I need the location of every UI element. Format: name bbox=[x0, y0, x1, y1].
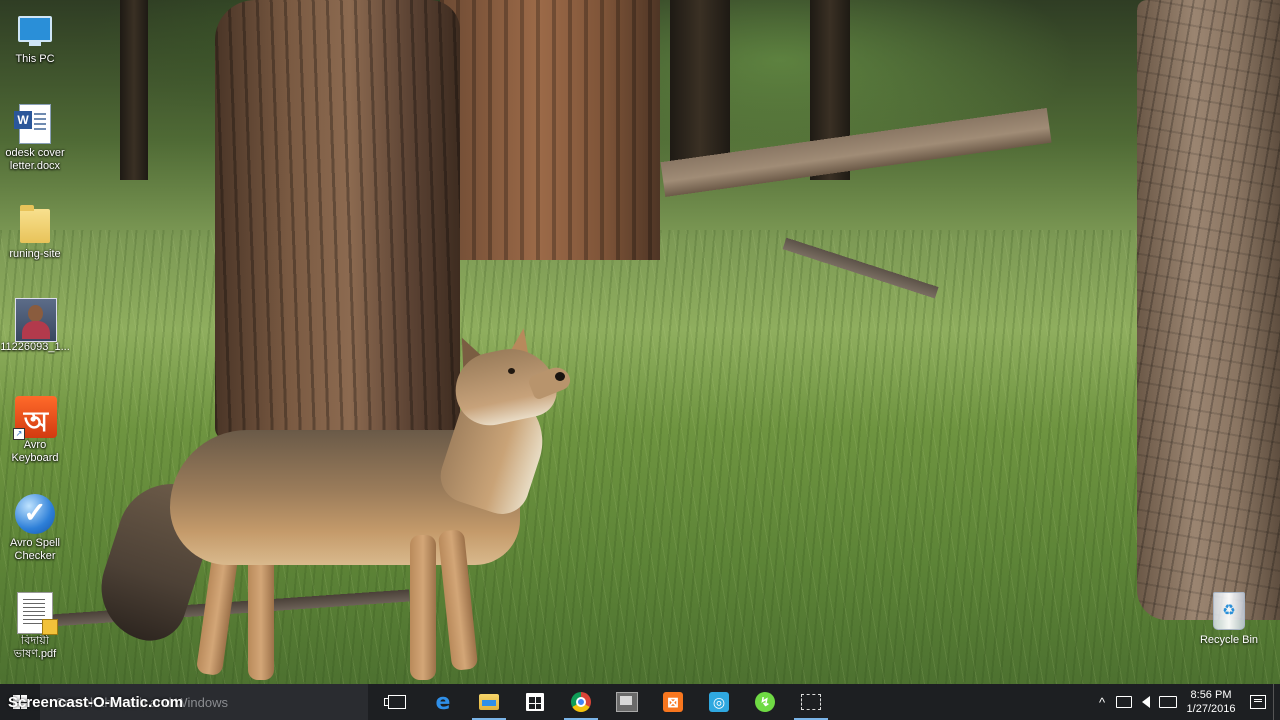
word-document-icon: W bbox=[14, 104, 55, 144]
taskbar-chrome-button[interactable] bbox=[558, 684, 604, 720]
spell-checker-icon: ✓ bbox=[15, 494, 55, 534]
network-icon bbox=[1116, 696, 1132, 708]
pdf-icon bbox=[15, 592, 58, 635]
folder-icon bbox=[479, 694, 499, 710]
store-icon bbox=[526, 693, 544, 711]
desktop-icon-folder[interactable]: runing-site bbox=[0, 205, 70, 261]
input-language-button[interactable] bbox=[1157, 684, 1179, 720]
desktop-icon-label: বিদায়ী ভাষণ.pdf bbox=[13, 635, 57, 660]
taskbar-pinned-apps: e ⊠ ◎ ↯ bbox=[374, 684, 834, 720]
background-tree bbox=[120, 0, 148, 180]
clock-date: 1/27/2016 bbox=[1186, 703, 1236, 715]
start-button[interactable] bbox=[0, 684, 40, 720]
search-placeholder: Search the web and Windows bbox=[56, 694, 228, 710]
show-hidden-icons-button[interactable]: ^ bbox=[1091, 684, 1113, 720]
desktop-icon-pdf[interactable]: বিদায়ী ভাষণ.pdf bbox=[0, 592, 70, 661]
desktop-icon-label: 11226093_1... bbox=[0, 341, 70, 353]
camera-icon: ◎ bbox=[709, 692, 729, 712]
speaker-icon bbox=[1142, 696, 1150, 708]
desktop-icon-label: Recycle Bin bbox=[1199, 634, 1259, 646]
taskbar-video-button[interactable] bbox=[604, 684, 650, 720]
notification-icon bbox=[1250, 695, 1266, 709]
tree-trunk-right bbox=[1137, 0, 1280, 620]
taskbar-upwork-button[interactable]: ↯ bbox=[742, 684, 788, 720]
chevron-up-icon: ^ bbox=[1098, 694, 1106, 710]
film-icon bbox=[616, 692, 638, 712]
taskbar-file-explorer-button[interactable] bbox=[466, 684, 512, 720]
windows-logo-icon bbox=[13, 695, 27, 709]
taskbar-recorder-button[interactable] bbox=[788, 684, 834, 720]
recycle-bin-icon: ♻ bbox=[1213, 592, 1245, 630]
recorder-icon bbox=[801, 694, 821, 710]
search-box[interactable]: Search the web and Windows bbox=[40, 684, 368, 720]
desktop-icon-photo[interactable]: 11226093_1... bbox=[0, 298, 70, 354]
folder-icon bbox=[15, 205, 55, 245]
taskbar-xampp-button[interactable]: ⊠ bbox=[650, 684, 696, 720]
volume-button[interactable] bbox=[1135, 684, 1157, 720]
desktop-icon-word-document[interactable]: W odesk cover letter.docx bbox=[0, 104, 70, 173]
chrome-icon bbox=[571, 692, 591, 712]
desktop-icon-label: odesk cover letter.docx bbox=[5, 147, 65, 172]
keyboard-icon bbox=[1159, 696, 1177, 708]
avro-keyboard-icon: অ ↗ bbox=[13, 396, 57, 440]
desktop-icon-label: Avro Spell Checker bbox=[10, 537, 60, 562]
desktop-icon-avro-spell-checker[interactable]: ✓ Avro Spell Checker bbox=[0, 494, 70, 563]
desktop-icon-avro-keyboard[interactable]: অ ↗ Avro Keyboard bbox=[0, 396, 70, 465]
desktop-icon-label: runing-site bbox=[9, 248, 61, 260]
clock-button[interactable]: 8:56 PM 1/27/2016 bbox=[1179, 688, 1243, 716]
taskbar-camera-button[interactable]: ◎ bbox=[696, 684, 742, 720]
taskbar: Search the web and Windows e ⊠ ◎ ↯ ^ 8:5… bbox=[0, 684, 1280, 720]
desktop-wallpaper bbox=[0, 0, 1280, 684]
edge-icon: e bbox=[435, 689, 451, 715]
upwork-icon: ↯ bbox=[755, 692, 775, 712]
desktop-icon-recycle-bin[interactable]: ♻ Recycle Bin bbox=[1196, 592, 1262, 646]
clock-time: 8:56 PM bbox=[1190, 689, 1232, 701]
taskbar-store-button[interactable] bbox=[512, 684, 558, 720]
system-tray: ^ 8:56 PM 1/27/2016 bbox=[1091, 684, 1280, 720]
jackal-animal bbox=[87, 326, 574, 680]
action-center-button[interactable] bbox=[1243, 684, 1273, 720]
monitor-icon bbox=[15, 10, 55, 50]
task-view-button[interactable] bbox=[374, 684, 420, 720]
network-button[interactable] bbox=[1113, 684, 1135, 720]
xampp-icon: ⊠ bbox=[663, 692, 683, 712]
photo-icon bbox=[15, 298, 57, 342]
task-view-icon bbox=[384, 695, 406, 709]
desktop-icon-this-pc[interactable]: This PC bbox=[0, 10, 70, 66]
tree-trunk-middle bbox=[440, 0, 660, 260]
taskbar-edge-button[interactable]: e bbox=[420, 684, 466, 720]
show-desktop-button[interactable] bbox=[1273, 684, 1280, 720]
desktop-icon-label: This PC bbox=[15, 53, 55, 65]
